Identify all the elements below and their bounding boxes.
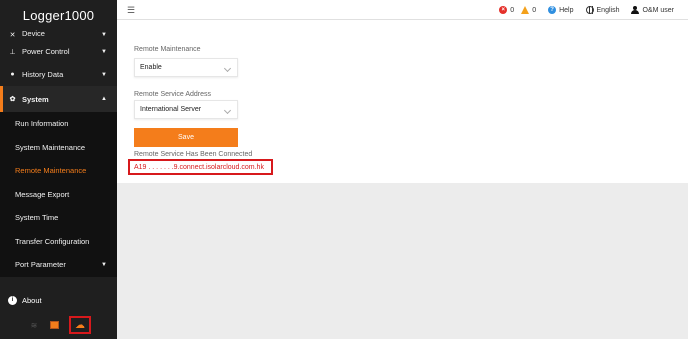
- help-button[interactable]: ? Help: [548, 6, 574, 14]
- sidebar-item-device[interactable]: ✕ Device ▼: [0, 30, 117, 40]
- globe-icon: [585, 6, 594, 14]
- sidebar-item-label: System: [22, 94, 49, 104]
- help-label: Help: [559, 6, 574, 14]
- chevron-down-icon: ▼: [101, 261, 107, 268]
- fault-indicator[interactable]: × 0 0: [499, 6, 536, 14]
- system-submenu: Run Information System Maintenance Remot…: [0, 112, 117, 277]
- sidebar-item-about[interactable]: i About: [0, 290, 117, 310]
- remote-maintenance-value: Enable: [140, 64, 162, 71]
- history-icon: ●: [10, 71, 15, 78]
- fault-icon: ×: [499, 6, 508, 14]
- chevron-down-icon: [223, 106, 232, 115]
- sidebar-item-system[interactable]: ✿ System ▲: [0, 86, 117, 112]
- sidebar-item-label: About: [22, 295, 42, 305]
- language-selector[interactable]: English: [585, 6, 620, 14]
- submenu-item-system-time[interactable]: System Time: [0, 206, 117, 230]
- power-control-icon: ⊥: [9, 48, 16, 56]
- top-bar-actions: × 0 0 ? Help English O&M user: [499, 0, 674, 20]
- submenu-item-port-parameter[interactable]: Port Parameter ▼: [0, 253, 117, 277]
- user-icon: [631, 6, 640, 14]
- chevron-down-icon: ▼: [101, 71, 107, 78]
- save-button[interactable]: Save: [134, 128, 238, 147]
- menu-icon[interactable]: ☰: [127, 5, 135, 16]
- service-address-select[interactable]: International Server: [134, 100, 238, 119]
- help-icon: ?: [548, 6, 557, 14]
- chevron-down-icon: [223, 64, 232, 73]
- submenu-item-system-maintenance[interactable]: System Maintenance: [0, 136, 117, 160]
- remote-maintenance-panel: Remote Maintenance Enable Remote Service…: [117, 20, 688, 183]
- sidebar-item-history-data[interactable]: ● History Data ▼: [0, 63, 117, 86]
- sidebar-item-label: Power Control: [22, 47, 70, 56]
- chevron-down-icon: ▼: [101, 48, 107, 55]
- submenu-item-transfer-configuration[interactable]: Transfer Configuration: [0, 230, 117, 254]
- gear-icon: ✿: [9, 96, 16, 103]
- network-icon[interactable]: [50, 321, 59, 329]
- app-root: Logger1000 ✕ Device ▼ ⊥ Power Control ▼ …: [0, 0, 688, 339]
- sidebar-status-icons: ≋ ☁: [0, 313, 117, 337]
- cloud-icon[interactable]: ☁: [69, 316, 91, 334]
- sidebar-item-label: History Data: [22, 70, 64, 79]
- submenu-item-label: Port Parameter: [15, 260, 66, 270]
- service-address-value: International Server: [140, 106, 202, 113]
- sidebar: Logger1000 ✕ Device ▼ ⊥ Power Control ▼ …: [0, 0, 117, 339]
- alarm-icon: [521, 6, 530, 14]
- user-menu[interactable]: O&M user: [631, 6, 674, 14]
- remote-maintenance-select[interactable]: Enable: [134, 58, 238, 77]
- user-label: O&M user: [642, 6, 674, 14]
- wifi-icon[interactable]: ≋: [28, 319, 40, 331]
- language-label: English: [596, 6, 620, 14]
- submenu-item-message-export[interactable]: Message Export: [0, 183, 117, 207]
- connected-address: A19 . . . . . . .9.connect.isolarcloud.c…: [128, 159, 273, 175]
- sidebar-nav: ✕ Device ▼ ⊥ Power Control ▼ ● History D…: [0, 30, 117, 112]
- alarm-count: 0: [532, 6, 537, 14]
- device-icon: ✕: [9, 31, 16, 39]
- sidebar-item-label: Device: [22, 30, 45, 38]
- remote-maintenance-label: Remote Maintenance: [134, 46, 201, 53]
- service-address-label: Remote Service Address: [134, 91, 212, 98]
- app-title: Logger1000: [22, 7, 95, 23]
- info-icon: i: [8, 295, 17, 305]
- top-bar: ☰ × 0 0 ? Help English O&M user: [117, 0, 688, 20]
- chevron-up-icon: ▲: [101, 96, 107, 102]
- submenu-item-run-information[interactable]: Run Information: [0, 112, 117, 136]
- chevron-down-icon: ▼: [101, 32, 107, 38]
- connection-status: Remote Service Has Been Connected: [134, 151, 253, 158]
- submenu-item-remote-maintenance[interactable]: Remote Maintenance: [0, 159, 117, 183]
- sidebar-item-power-control[interactable]: ⊥ Power Control ▼: [0, 40, 117, 63]
- fault-count: 0: [510, 6, 515, 14]
